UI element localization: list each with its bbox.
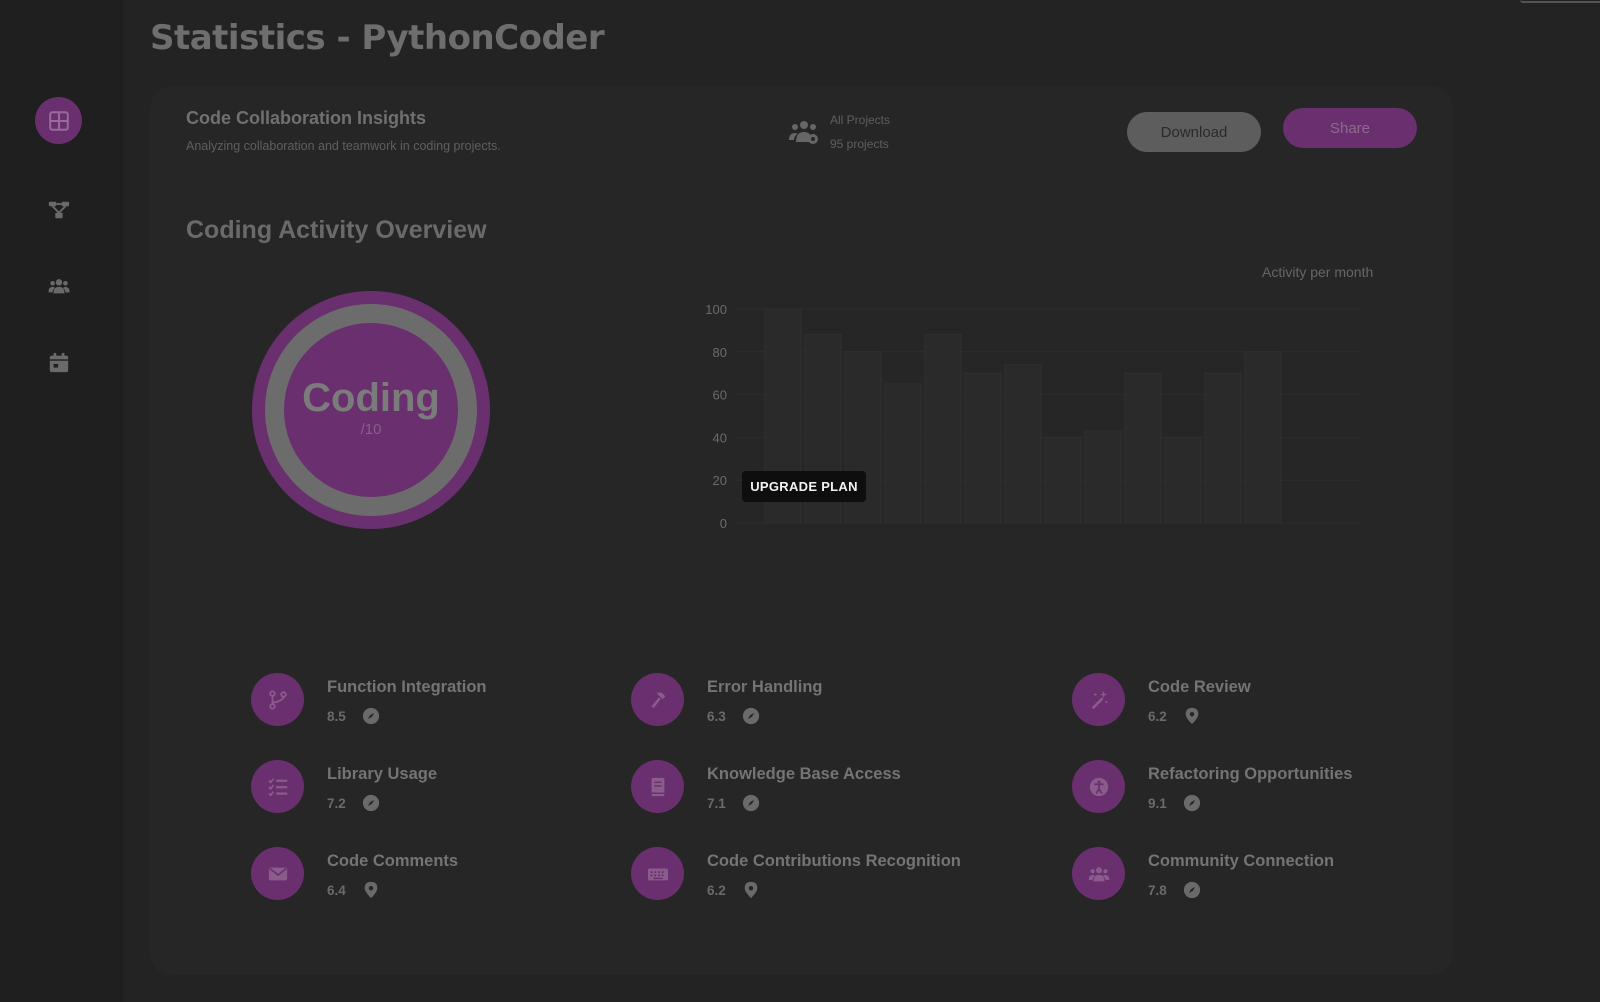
- chart-bar: [1004, 364, 1042, 524]
- metric-value: 7.8: [1148, 882, 1167, 898]
- sidebar-item-calendar[interactable]: [35, 339, 82, 386]
- metric-item: Error Handling 6.3: [631, 673, 971, 733]
- activity-chart: 100 80 60 40 20 0: [705, 302, 1359, 531]
- metric-item: Community Connection 7.8: [1072, 847, 1412, 907]
- location-pin-icon: [1185, 707, 1199, 725]
- metric-name: Library Usage: [327, 765, 438, 783]
- chart-bar: [1244, 351, 1282, 524]
- accessibility-icon: [1089, 777, 1108, 796]
- metric-item: Library Usage 7.2: [251, 760, 591, 820]
- score-suffix: /10: [360, 421, 382, 438]
- window-corner: [1520, 0, 1600, 3]
- hammer-icon: [651, 692, 665, 708]
- metric-name: Code Review: [1148, 678, 1251, 696]
- metric-value: 8.5: [327, 708, 346, 724]
- metric-item: Refactoring Opportunities 9.1: [1072, 760, 1412, 820]
- metric-value: 6.2: [707, 882, 726, 898]
- metric-item: Function Integration 8.5: [251, 673, 591, 733]
- score-ring: Coding /10: [252, 291, 490, 529]
- sidebar-item-team[interactable]: [35, 262, 82, 309]
- grid-icon: [48, 110, 69, 131]
- metric-value: 7.1: [707, 795, 726, 811]
- projects-count: 95 projects: [830, 137, 889, 151]
- project-selector[interactable]: All Projects 95 projects: [788, 108, 890, 156]
- checklist-icon: [267, 777, 287, 797]
- users-icon: [1088, 866, 1109, 881]
- download-button[interactable]: Download: [1127, 112, 1261, 152]
- metric-value: 7.2: [327, 795, 346, 811]
- calendar-icon: [49, 352, 68, 372]
- metric-item: Code Contributions Recognition 6.2: [631, 847, 971, 907]
- sidebar-item-network[interactable]: [35, 186, 82, 233]
- compass-icon: [362, 707, 379, 725]
- metric-name: Error Handling: [707, 678, 823, 696]
- chart-y-tick: 60: [713, 388, 727, 403]
- chart-y-tick: 0: [720, 516, 727, 531]
- users-gear-icon: [789, 121, 818, 144]
- metric-item: Code Review 6.2: [1072, 673, 1412, 733]
- metric-name: Code Comments: [327, 852, 459, 870]
- metric-value: 9.1: [1148, 795, 1167, 811]
- metric-name: Function Integration: [327, 678, 487, 696]
- keyboard-icon: [647, 868, 668, 880]
- insights-card: Code Collaboration Insights Analyzing co…: [150, 86, 1453, 975]
- compass-icon: [1183, 794, 1200, 812]
- metric-name: Code Contributions Recognition: [707, 852, 961, 870]
- hierarchy-icon: [48, 201, 69, 218]
- chart-bar: [1204, 372, 1242, 524]
- chart-caption: Activity per month: [1262, 264, 1374, 280]
- metric-value: 6.3: [707, 708, 726, 724]
- location-pin-icon: [364, 881, 378, 899]
- metric-name: Refactoring Opportunities: [1148, 765, 1353, 783]
- section-title: Coding Activity Overview: [186, 216, 487, 244]
- location-pin-icon: [744, 881, 758, 899]
- metric-name: Community Connection: [1148, 852, 1335, 870]
- users-icon: [47, 278, 70, 293]
- book-icon: [651, 777, 664, 796]
- compass-icon: [1183, 881, 1200, 899]
- share-button[interactable]: Share: [1283, 108, 1417, 148]
- compass-icon: [362, 794, 379, 812]
- chart-y-tick: 40: [713, 430, 727, 445]
- magic-wand-icon: [1091, 690, 1107, 709]
- chart-y-tick: 80: [713, 345, 727, 360]
- metric-value: 6.2: [1148, 708, 1167, 724]
- chart-bar: [964, 372, 1002, 524]
- git-branch-icon: [268, 689, 287, 710]
- metric-name: Knowledge Base Access: [707, 765, 901, 783]
- card-title: Code Collaboration Insights: [186, 108, 427, 128]
- envelope-icon: [268, 867, 287, 880]
- chart-bar: [1044, 436, 1082, 524]
- chart-bar: [1124, 372, 1162, 524]
- compass-icon: [742, 794, 759, 812]
- chart-bar: [924, 334, 962, 524]
- chart-y-tick: 100: [705, 302, 727, 317]
- card-subtitle: Analyzing collaboration and teamwork in …: [186, 139, 501, 153]
- chart-bar: [884, 383, 922, 524]
- page-title: Statistics - PythonCoder: [150, 18, 605, 58]
- metric-item: Code Comments 6.4: [251, 847, 591, 907]
- sidebar-item-dashboard[interactable]: [35, 97, 82, 144]
- chart-bar: [1164, 436, 1202, 524]
- metric-item: Knowledge Base Access 7.1: [631, 760, 971, 820]
- projects-label: All Projects: [830, 113, 891, 127]
- score-label: Coding: [302, 376, 440, 420]
- chart-y-tick: 20: [713, 473, 727, 488]
- metric-value: 6.4: [327, 882, 346, 898]
- chart-bar: [1084, 430, 1122, 524]
- compass-icon: [742, 707, 759, 725]
- sidebar: [0, 0, 123, 1002]
- upgrade-plan-button[interactable]: UPGRADE PLAN: [742, 471, 866, 502]
